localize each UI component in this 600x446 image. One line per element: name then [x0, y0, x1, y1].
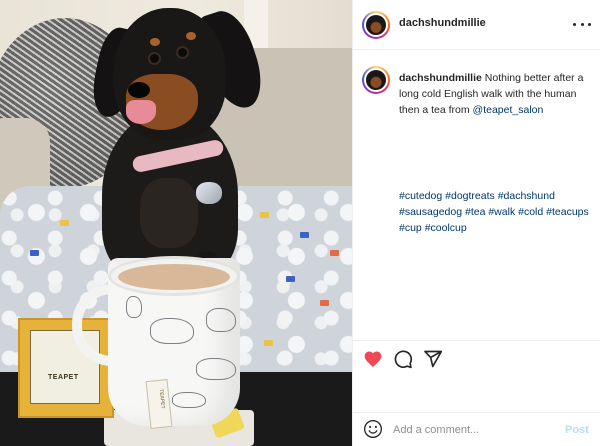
hashtag-link[interactable]: #cup [399, 222, 422, 234]
post-sidebar: dachshundmillie dachshundmillie Nothing … [352, 0, 600, 446]
hashtags: #cutedog #dogtreats #dachshund #sausaged… [399, 188, 593, 236]
post-header: dachshundmillie [353, 0, 600, 50]
hashtag-link[interactable]: #teacups [546, 206, 589, 218]
caption: dachshundmillie Nothing better after a l… [399, 70, 593, 118]
tea [118, 264, 230, 290]
bone-tag [196, 182, 222, 204]
hashtag-link[interactable]: #dogtreats [445, 190, 495, 202]
post-button[interactable]: Post [565, 424, 589, 436]
caption-area: dachshundmillie Nothing better after a l… [353, 52, 600, 340]
teabag-brand: TEAPET [48, 374, 79, 381]
caption-avatar[interactable] [362, 66, 390, 94]
comment-input[interactable] [393, 419, 553, 441]
emoji-icon[interactable] [363, 419, 385, 441]
hashtag-link[interactable]: #dachshund [498, 190, 555, 202]
heart-filled-icon[interactable] [363, 349, 385, 371]
more-options-icon[interactable] [573, 18, 591, 30]
hashtag-link[interactable]: #walk [488, 206, 515, 218]
comment-bar: Post [353, 412, 600, 446]
header-username[interactable]: dachshundmillie [399, 17, 486, 29]
hashtag-link[interactable]: #tea [465, 206, 485, 218]
mention-link[interactable]: @teapet_salon [473, 104, 544, 116]
hashtag-link[interactable]: #coolcup [425, 222, 467, 234]
hashtag-link[interactable]: #sausagedog [399, 206, 462, 218]
hashtag-link[interactable]: #cold [518, 206, 543, 218]
post-photo[interactable]: TEAPET TEAPET [0, 0, 352, 446]
action-bar [353, 340, 600, 371]
caption-username[interactable]: dachshundmillie [399, 72, 482, 84]
hashtag-link[interactable]: #cutedog [399, 190, 442, 202]
comment-icon[interactable] [393, 349, 415, 371]
paper-plane-icon[interactable] [423, 349, 445, 371]
avatar[interactable] [362, 11, 390, 39]
